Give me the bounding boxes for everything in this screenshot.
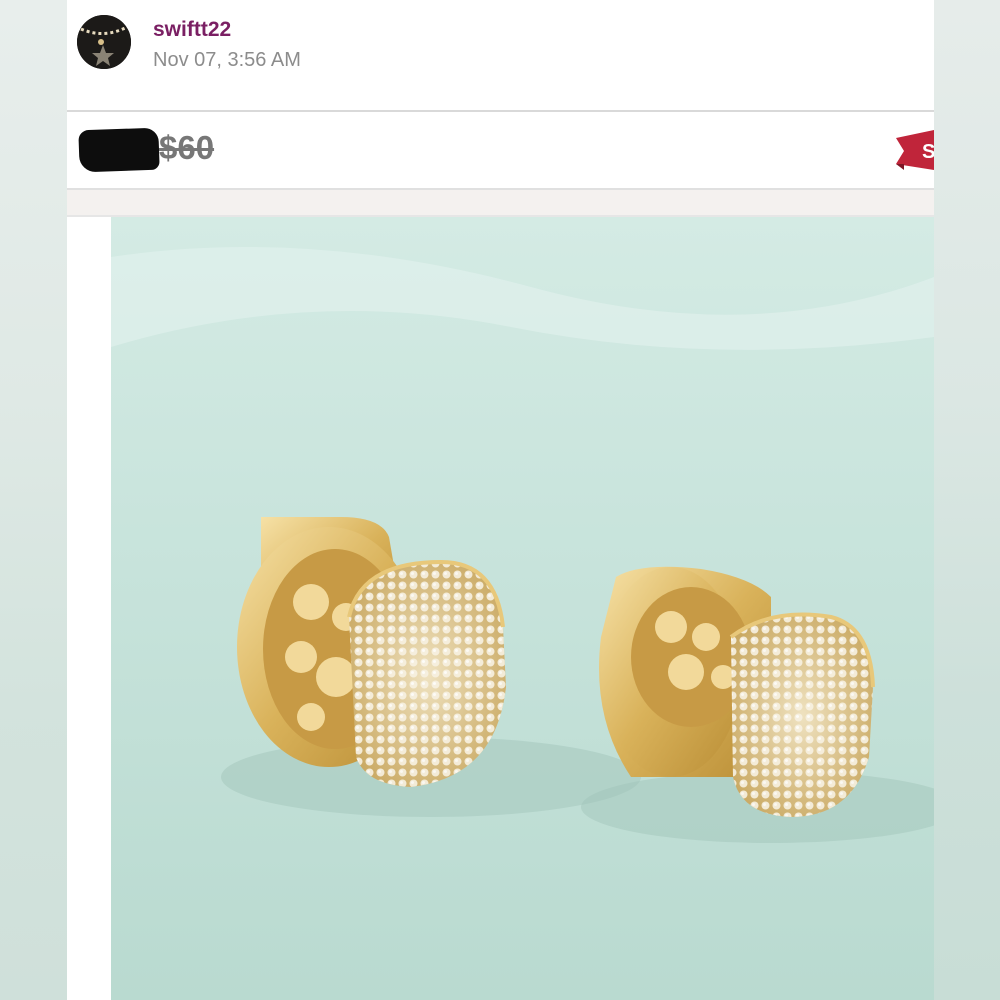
sale-tag-text: S (922, 141, 934, 163)
redacted-current-price (78, 127, 160, 173)
section-gap (67, 190, 934, 216)
avatar[interactable] (77, 15, 131, 69)
post-header: swiftt22 Nov 07, 3:56 AM (67, 0, 934, 110)
listing-card: swiftt22 Nov 07, 3:56 AM $60 S (67, 0, 934, 1000)
original-price: $60 (159, 129, 215, 166)
blurred-backdrop-left (0, 0, 67, 1000)
product-photo[interactable] (111, 217, 934, 1000)
sale-tag-icon[interactable]: S (896, 130, 934, 170)
username-link[interactable]: swiftt22 (153, 18, 231, 42)
post-timestamp: Nov 07, 3:56 AM (153, 49, 301, 71)
gold-pave-huggie-hoop-earrings-icon (111, 217, 934, 1000)
price-bar: $60 S (67, 112, 934, 188)
blurred-backdrop-right (934, 0, 1000, 1000)
avatar-necklace-icon (77, 15, 131, 69)
